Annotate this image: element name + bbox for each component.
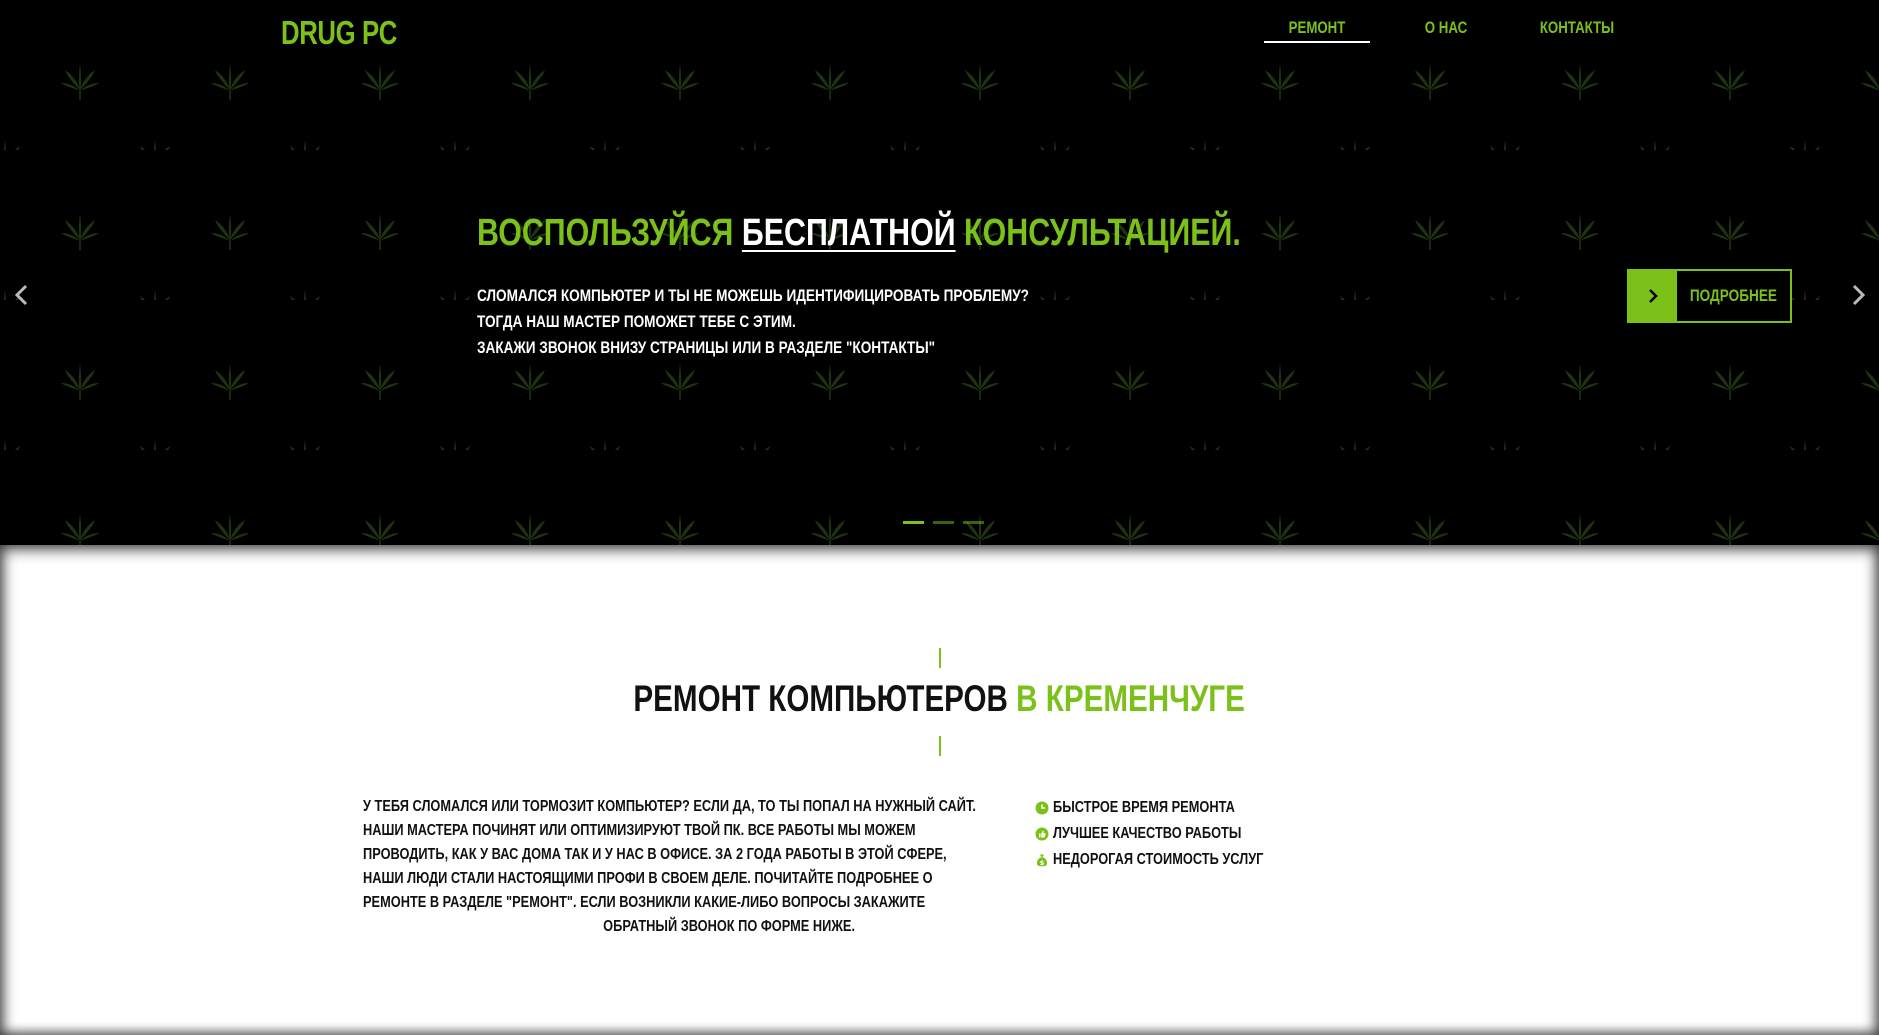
thumbs-up-icon [1035, 827, 1049, 841]
more-button[interactable]: ПОДРОБНЕЕ [1627, 269, 1792, 323]
money-bag-icon: $ [1036, 854, 1048, 867]
about-paragraph: У ТЕБЯ СЛОМАЛСЯ ИЛИ ТОРМОЗИТ КОМПЬЮТЕР? … [240, 795, 976, 939]
feature-item: $ НЕДОРОГАЯ СТОИМОСТЬ УСЛУГ [1035, 847, 1316, 873]
nav-item-contacts[interactable]: КОНТАКТЫ [1530, 18, 1624, 44]
more-button-label: ПОДРОБНЕЕ [1689, 286, 1778, 305]
feature-label: ЛУЧШЕЕ КАЧЕСТВО РАБОТЫ [1053, 825, 1242, 842]
title-divider-bottom [939, 736, 941, 756]
hero-line: ТОГДА НАШ МАСТЕР ПОМОЖЕТ ТЕБЕ С ЭТИМ. [477, 312, 796, 331]
slider-indicator[interactable] [963, 521, 984, 524]
slider-indicators [903, 521, 984, 524]
svg-text:$: $ [1040, 859, 1045, 867]
slider-prev-arrow-icon[interactable] [10, 283, 34, 307]
hero-title-after: КОНСУЛЬТАЦИЕЙ. [964, 212, 1241, 254]
hero-line: СЛОМАЛСЯ КОМПЬЮТЕР И ТЫ НЕ МОЖЕШЬ ИДЕНТИ… [477, 286, 1029, 305]
features-list: БЫСТРОЕ ВРЕМЯ РЕМОНТА ЛУЧШЕЕ КАЧЕСТВО РА… [1035, 795, 1316, 873]
about-line: РЕМОНТЕ В РАЗДЕЛЕ "РЕМОНТ". ЕСЛИ ВОЗНИКЛ… [363, 894, 926, 911]
brand-logo[interactable]: DRUG PC [281, 14, 397, 52]
hero-line: ЗАКАЖИ ЗВОНОК ВНИЗУ СТРАНИЦЫ ИЛИ В РАЗДЕ… [477, 338, 936, 357]
about-line: НАШИ ЛЮДИ СТАЛИ НАСТОЯЩИМИ ПРОФИ В СВОЕМ… [363, 870, 933, 887]
hero-title-before: ВОСПОЛЬЗУЙСЯ [477, 212, 734, 254]
hero-title: ВОСПОЛЬЗУЙСЯ БЕСПЛАТНОЙ КОНСУЛЬТАЦИЕЙ. [477, 212, 1241, 255]
hero-description: СЛОМАЛСЯ КОМПЬЮТЕР И ТЫ НЕ МОЖЕШЬ ИДЕНТИ… [477, 283, 1029, 361]
hero-title-highlight: БЕСПЛАТНОЙ [741, 212, 956, 254]
feature-label: НЕДОРОГАЯ СТОИМОСТЬ УСЛУГ [1053, 851, 1264, 868]
title-divider-top [939, 648, 941, 668]
about-line: ПРОВОДИТЬ, КАК У ВАС ДОМА ТАК И У НАС В … [363, 846, 947, 863]
section-title: РЕМОНТ КОМПЬЮТЕРОВ В КРЕМЕНЧУГЕ [0, 678, 1879, 720]
repair-section: РЕМОНТ КОМПЬЮТЕРОВ В КРЕМЕНЧУГЕ У ТЕБЯ С… [0, 545, 1879, 1035]
nav-item-repair[interactable]: РЕМОНТ [1263, 18, 1371, 44]
hero-section: DRUG PC РЕМОНТ О НАС КОНТАКТЫ ВОСПОЛЬЗУЙ… [0, 0, 1879, 545]
nav-item-about[interactable]: О НАС [1407, 18, 1485, 44]
about-line: ОБРАТНЫЙ ЗВОНОК ПО ФОРМЕ НИЖЕ. [603, 918, 855, 935]
leaf-pattern-background [0, 0, 1879, 545]
section-title-main: РЕМОНТ КОМПЬЮТЕРОВ [633, 678, 1009, 719]
feature-item: ЛУЧШЕЕ КАЧЕСТВО РАБОТЫ [1035, 821, 1316, 847]
clock-icon [1035, 801, 1049, 815]
feature-label: БЫСТРОЕ ВРЕМЯ РЕМОНТА [1053, 799, 1235, 816]
chevron-right-icon [1629, 271, 1677, 321]
slider-indicator[interactable] [933, 521, 954, 524]
slider-indicator[interactable] [903, 521, 924, 524]
section-title-accent: В КРЕМЕНЧУГЕ [1016, 678, 1246, 719]
feature-item: БЫСТРОЕ ВРЕМЯ РЕМОНТА [1035, 795, 1316, 821]
about-line: У ТЕБЯ СЛОМАЛСЯ ИЛИ ТОРМОЗИТ КОМПЬЮТЕР? … [363, 798, 976, 815]
slider-next-arrow-icon[interactable] [1846, 283, 1870, 307]
about-line: НАШИ МАСТЕРА ПОЧИНЯТ ИЛИ ОПТИМИЗИРУЮТ ТВ… [363, 822, 916, 839]
